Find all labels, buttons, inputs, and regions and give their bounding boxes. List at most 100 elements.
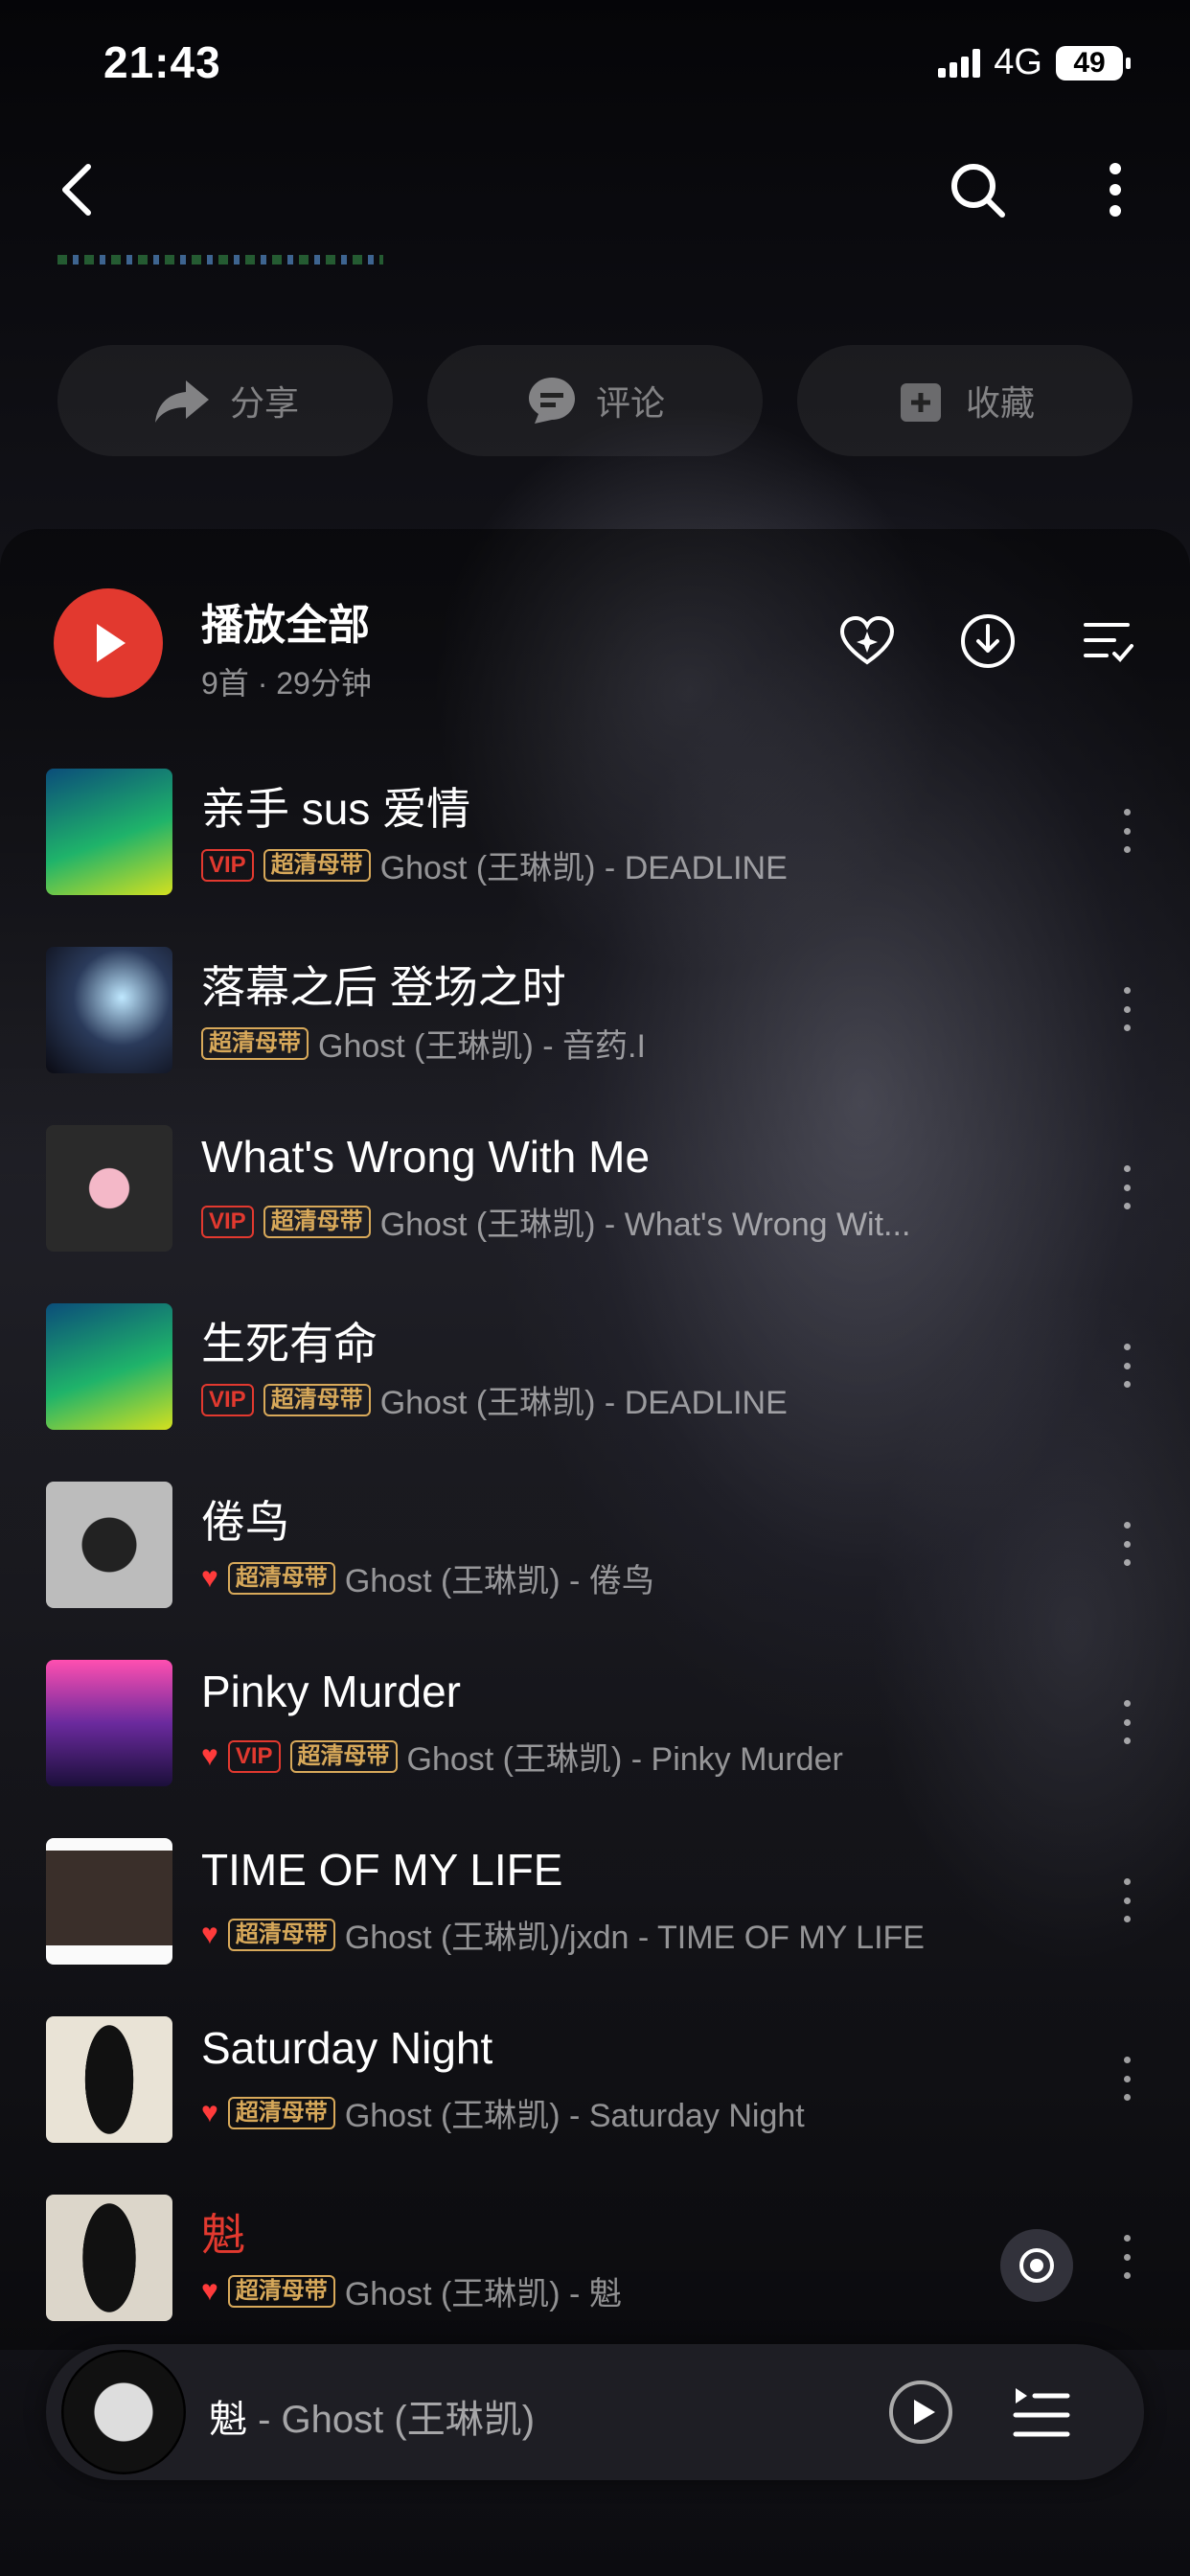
song-row[interactable]: 生死有命 VIP 超清母带 Ghost (王琳凯) - DEADLINE: [0, 1276, 1190, 1455]
heart-mode-button[interactable]: [824, 598, 910, 684]
song-more-icon[interactable]: [1121, 1165, 1133, 1209]
album-cover: [46, 1303, 172, 1430]
song-row[interactable]: What's Wrong With Me VIP 超清母带 Ghost (王琳凯) -…: [0, 1098, 1190, 1276]
quality-badge: 超清母带: [263, 848, 371, 882]
status-bar-right: 4G 49: [938, 42, 1131, 83]
vip-badge: VIP: [227, 1739, 281, 1773]
vip-badge: VIP: [201, 1205, 254, 1238]
comment-icon: [528, 378, 575, 424]
liked-heart-icon: ♥: [201, 1739, 218, 1772]
more-vertical-icon: [1110, 163, 1121, 217]
search-button[interactable]: [939, 151, 1016, 228]
now-playing-artist: - Ghost (王琳凯): [247, 2399, 536, 2441]
song-meta: ♥ 超清母带 Ghost (王琳凯) - 魁: [201, 2267, 622, 2314]
playlist-icon: [1013, 2388, 1070, 2437]
album-cover: [46, 1125, 172, 1252]
song-row[interactable]: TIME OF MY LIFE ♥ 超清母带 Ghost (王琳凯)/jxdn - T…: [0, 1811, 1190, 1990]
artist-album: Ghost (王琳凯) - DEADLINE: [379, 850, 788, 886]
album-cover: [46, 947, 172, 1073]
album-cover: [46, 1838, 172, 1965]
locate-playing-button[interactable]: [1000, 2229, 1073, 2302]
album-cover: [46, 2195, 172, 2321]
song-meta: 超清母带 Ghost (王琳凯) - 音药.I: [201, 1020, 646, 1067]
share-label: 分享: [229, 383, 299, 423]
artist-album: Ghost (王琳凯) - 音药.I: [318, 1028, 646, 1065]
album-cover: [46, 769, 172, 895]
song-meta: VIP 超清母带 Ghost (王琳凯) - DEADLINE: [201, 1376, 788, 1423]
share-button[interactable]: 分享: [57, 345, 393, 456]
song-more-icon[interactable]: [1121, 809, 1133, 853]
signal-icon: [938, 48, 981, 78]
list-check-icon: [1084, 623, 1133, 662]
song-title: What's Wrong With Me: [201, 1132, 651, 1182]
artist-album: Ghost (王琳凯) - 魁: [344, 2276, 622, 2312]
quality-badge: 超清母带: [201, 1026, 309, 1060]
song-title: 倦鸟: [201, 1497, 289, 1547]
album-cover: [46, 1482, 172, 1608]
song-title: Saturday Night: [201, 2023, 493, 2073]
play-all-title[interactable]: 播放全部: [201, 590, 370, 652]
back-button[interactable]: [38, 151, 115, 228]
collect-label: 收藏: [965, 383, 1035, 423]
album-cover: [46, 1660, 172, 1786]
song-row[interactable]: 倦鸟 ♥ 超清母带 Ghost (王琳凯) - 倦鸟: [0, 1455, 1190, 1633]
play-all-button[interactable]: [54, 588, 163, 698]
quality-badge: 超清母带: [227, 1918, 335, 1951]
song-more-icon[interactable]: [1121, 1700, 1133, 1744]
liked-heart-icon: ♥: [201, 2096, 218, 2128]
collect-button[interactable]: 收藏: [797, 345, 1133, 456]
comment-button[interactable]: 评论: [427, 345, 763, 456]
vip-badge: VIP: [201, 1383, 254, 1416]
play-all-subtitle: 9首 · 29分钟: [201, 666, 372, 701]
song-meta: ♥ 超清母带 Ghost (王琳凯)/jxdn - TIME OF MY LIFE: [201, 1911, 925, 1958]
network-label: 4G: [994, 42, 1042, 82]
song-row[interactable]: 亲手 sus 爱情 VIP 超清母带 Ghost (王琳凯) - DEADLINE: [0, 742, 1190, 920]
artist-album: Ghost (王琳凯) - DEADLINE: [379, 1385, 788, 1421]
download-icon: [961, 614, 1015, 668]
song-title: 生死有命: [201, 1319, 378, 1368]
add-collection-icon: [900, 383, 941, 422]
artist-album: Ghost (王琳凯) - Saturday Night: [344, 2098, 805, 2134]
mini-player[interactable]: 魁 - Ghost (王琳凯): [46, 2344, 1144, 2480]
song-more-icon[interactable]: [1121, 2057, 1133, 2101]
liked-heart-icon: ♥: [201, 1561, 218, 1594]
quality-badge: 超清母带: [263, 1383, 371, 1416]
song-row[interactable]: 落幕之后 登场之时 超清母带 Ghost (王琳凯) - 音药.I: [0, 920, 1190, 1098]
song-title: TIME OF MY LIFE: [201, 1845, 563, 1895]
song-more-icon[interactable]: [1121, 2235, 1133, 2279]
download-button[interactable]: [945, 598, 1031, 684]
artist-album: Ghost (王琳凯) - 倦鸟: [344, 1563, 654, 1599]
song-meta: VIP 超清母带 Ghost (王琳凯) - DEADLINE: [201, 841, 788, 888]
now-playing-cover: [61, 2350, 186, 2474]
mini-play-button[interactable]: [887, 2379, 954, 2446]
more-button[interactable]: [1077, 151, 1154, 228]
play-icon: [97, 624, 126, 662]
song-row[interactable]: Saturday Night ♥ 超清母带 Ghost (王琳凯) - Saturda…: [0, 1990, 1190, 2168]
header-decoration: [57, 255, 383, 264]
quality-badge: 超清母带: [289, 1739, 398, 1773]
album-cover: [46, 2016, 172, 2143]
song-title: 亲手 sus 爱情: [201, 784, 471, 834]
song-meta: ♥ 超清母带 Ghost (王琳凯) - Saturday Night: [201, 2089, 805, 2136]
song-more-icon[interactable]: [1121, 1878, 1133, 1922]
song-meta: VIP 超清母带 Ghost (王琳凯) - What's Wrong Wit...: [201, 1198, 910, 1245]
battery-icon: 49: [1056, 45, 1131, 80]
song-row[interactable]: Pinky Murder ♥ VIP 超清母带 Ghost (王琳凯) - Pinky …: [0, 1633, 1190, 1811]
now-playing-song: 魁: [209, 2399, 247, 2441]
battery-level: 49: [1073, 46, 1106, 79]
artist-album: Ghost (王琳凯)/jxdn - TIME OF MY LIFE: [344, 1920, 925, 1956]
quality-badge: 超清母带: [227, 1561, 335, 1595]
quality-badge: 超清母带: [227, 2274, 335, 2308]
song-more-icon[interactable]: [1121, 1522, 1133, 1566]
song-more-icon[interactable]: [1121, 987, 1133, 1031]
share-icon: [154, 380, 209, 423]
vip-badge: VIP: [201, 848, 254, 882]
song-meta: ♥ 超清母带 Ghost (王琳凯) - 倦鸟: [201, 1554, 654, 1601]
playlist-button[interactable]: [1008, 2379, 1075, 2446]
artist-album: Ghost (王琳凯) - What's Wrong Wit...: [379, 1207, 911, 1243]
search-icon: [951, 164, 1005, 218]
target-icon: [1019, 2248, 1054, 2283]
song-more-icon[interactable]: [1121, 1344, 1133, 1388]
multi-select-button[interactable]: [1065, 598, 1152, 684]
liked-heart-icon: ♥: [201, 1918, 218, 1950]
